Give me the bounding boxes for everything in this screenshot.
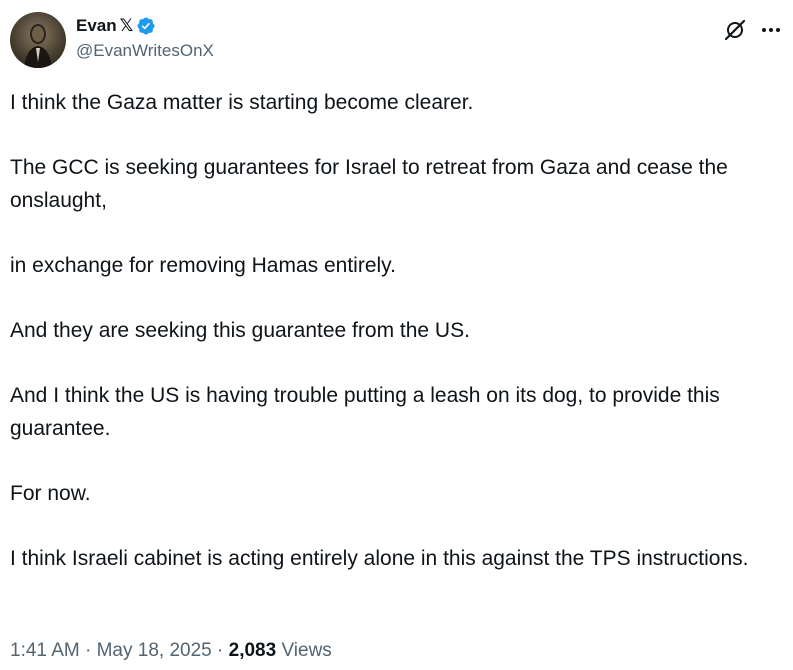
tweet-paragraph: The GCC is seeking guarantees for Israel… — [10, 156, 728, 212]
verified-badge-icon[interactable] — [136, 16, 156, 36]
x-logo-mark: 𝕏 — [119, 16, 134, 35]
tweet-time: 1:41 AM — [10, 640, 80, 661]
views-count: 2,083 — [228, 640, 277, 661]
tweet-header: Evan 𝕏 @EvanWritesOnX — [10, 12, 783, 68]
tweet-paragraph: I think Israeli cabinet is acting entire… — [10, 547, 749, 570]
tweet-date: May 18, 2025 — [96, 640, 212, 661]
tweet-paragraph: And I think the US is having trouble put… — [10, 384, 720, 440]
tweet-time-link[interactable]: 1:41 AM · May 18, 2025 — [10, 640, 212, 661]
grok-icon[interactable] — [723, 18, 747, 42]
display-name[interactable]: Evan — [76, 16, 117, 36]
name-row: Evan 𝕏 — [76, 14, 214, 38]
author-names: Evan 𝕏 @EvanWritesOnX — [76, 14, 214, 61]
more-icon[interactable] — [759, 18, 783, 42]
tweet-actions — [723, 18, 783, 42]
tweet-paragraph: And they are seeking this guarantee from… — [10, 319, 470, 342]
avatar[interactable] — [10, 12, 66, 68]
tweet-text: I think the Gaza matter is starting beco… — [10, 86, 780, 575]
avatar-image — [24, 24, 52, 68]
tweet-paragraph: For now. — [10, 482, 91, 505]
meta-separator: · — [217, 640, 224, 661]
meta-separator: · — [85, 640, 92, 661]
views-label: Views — [281, 640, 332, 661]
author-handle[interactable]: @EvanWritesOnX — [76, 41, 214, 61]
tweet-meta: 1:41 AM · May 18, 2025 · 2,083 Views — [10, 640, 332, 662]
tweet-paragraph: I think the Gaza matter is starting beco… — [10, 91, 474, 114]
views-link[interactable]: 2,083 Views — [229, 640, 332, 661]
tweet-paragraph: in exchange for removing Hamas entirely. — [10, 254, 396, 277]
